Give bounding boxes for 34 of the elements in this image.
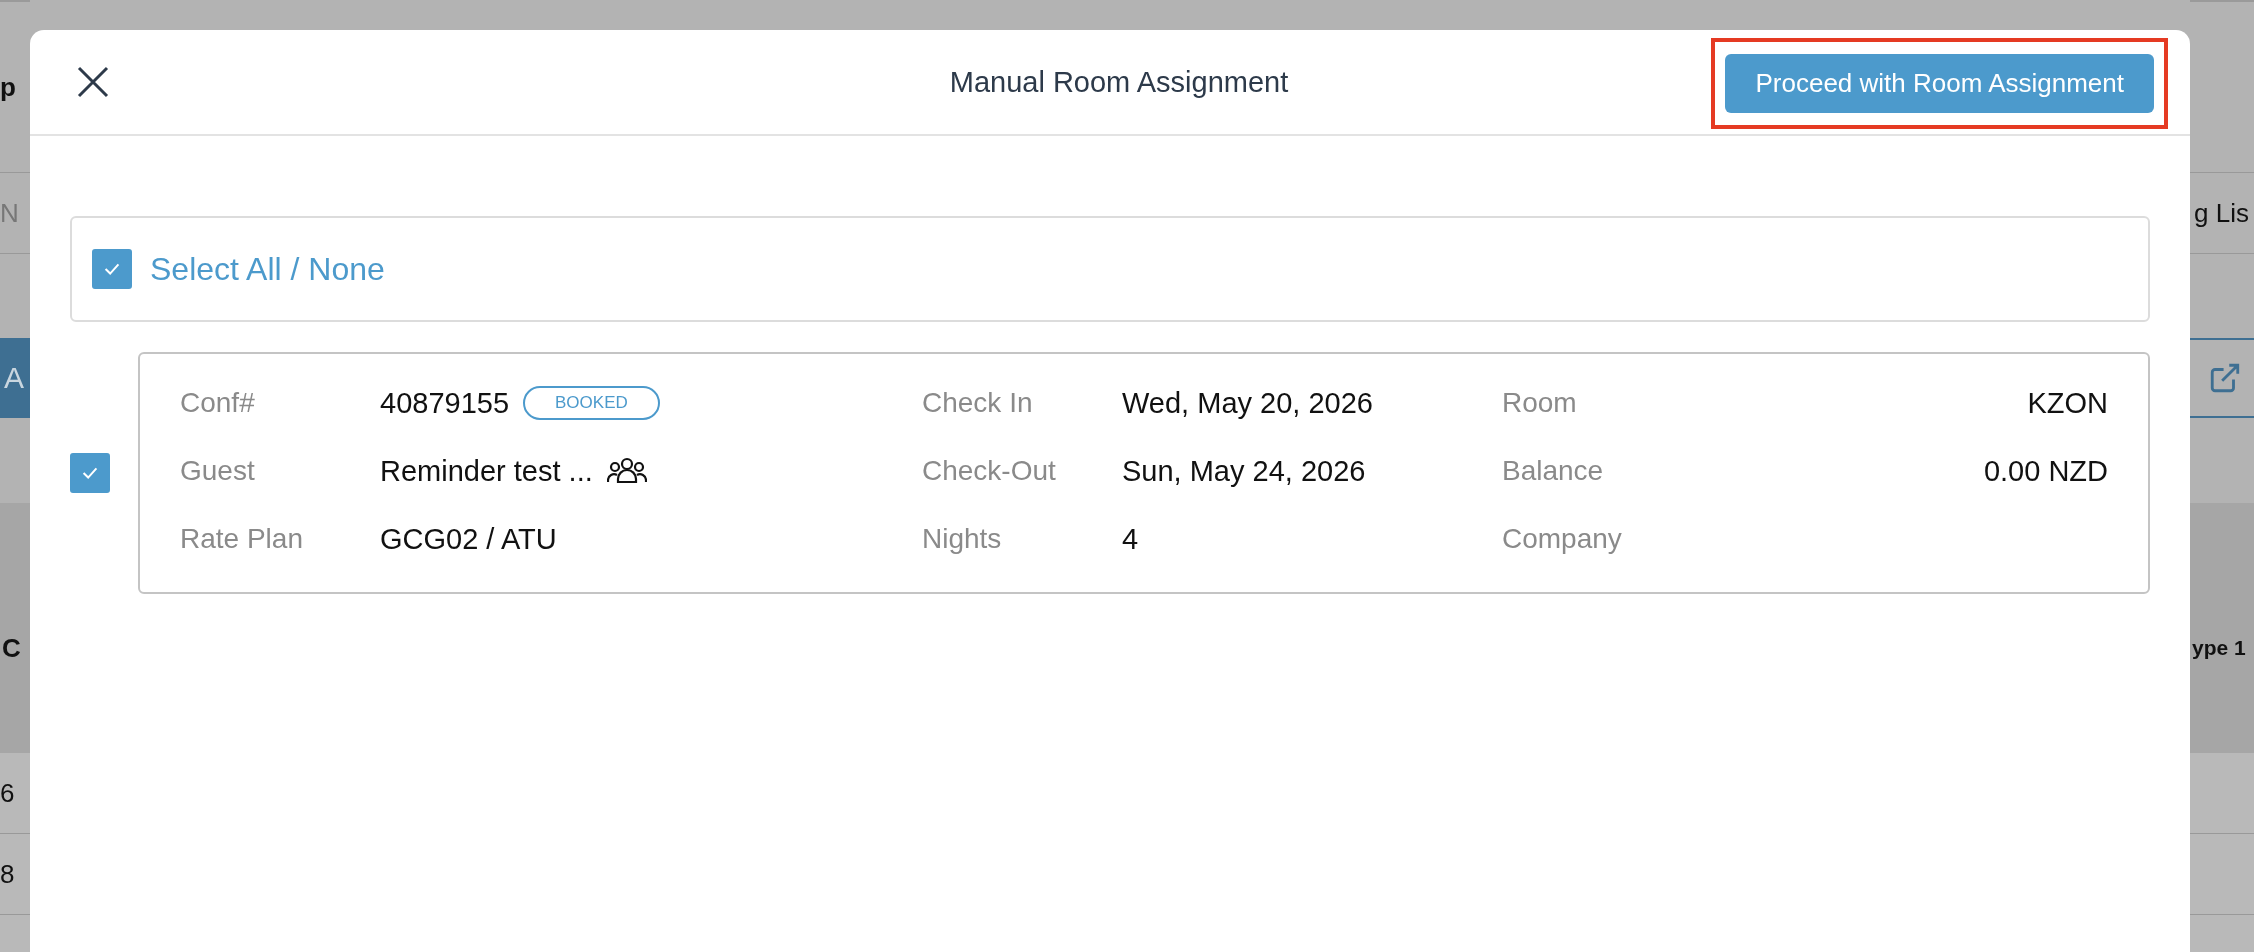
background-text: ype 1 [2192,636,2246,660]
background-text: p [0,71,17,103]
external-link-icon [2208,361,2242,395]
field-value: 4 [1122,522,1139,556]
checkbox[interactable] [92,249,132,289]
field-label: Company [1502,523,1622,555]
field-label: Nights [922,523,1003,555]
background-text: g Lis [2193,197,2250,229]
field-value: KZON [2027,386,2108,420]
status-badge: BOOKED [523,386,660,420]
field-value: 40879155 [380,386,510,420]
field-label: Check-Out [922,455,1057,487]
close-icon [76,65,110,99]
field-label: Balance [1502,455,1604,487]
field-label: Room [1502,387,1577,419]
background-text: 6 [0,777,15,809]
field-value: 0.00 NZD [1983,454,2108,488]
field-label: Guest [180,455,256,487]
modal-title: Manual Room Assignment [949,65,1289,99]
background-text: N [0,197,20,229]
checkbox[interactable] [70,453,110,493]
field-label: Rate Plan [180,523,304,555]
group-icon [606,457,647,485]
field-value: Sun, May 24, 2026 [1122,454,1366,488]
field-label: Check In [922,387,1034,419]
field-value: GCG02 / ATU [380,522,557,556]
field-label: Conf# [180,387,256,419]
select-all-label[interactable]: Select All / None [150,250,385,288]
background-text: 8 [0,858,15,890]
field-value: Reminder test ... [380,454,593,488]
background-table-row [2190,915,2254,952]
field-value: Wed, May 20, 2026 [1122,386,1373,420]
proceed-button[interactable]: Proceed with Room Assignment [1725,53,2154,113]
background-text: C [2,632,21,664]
